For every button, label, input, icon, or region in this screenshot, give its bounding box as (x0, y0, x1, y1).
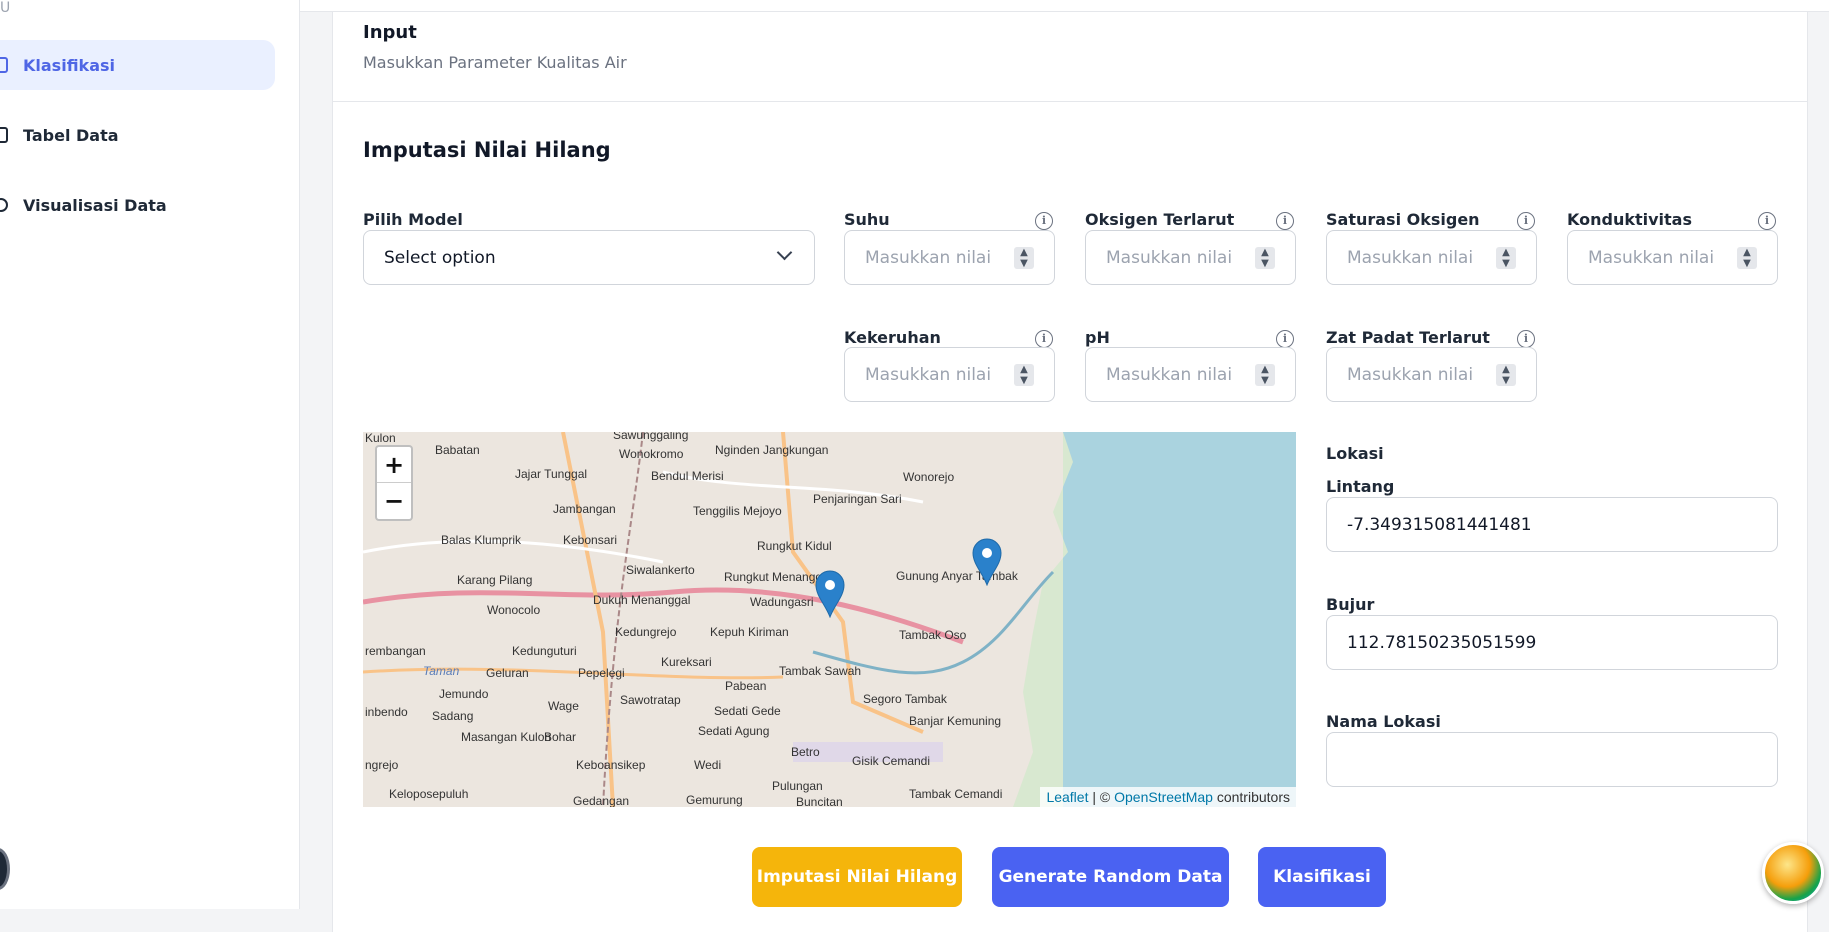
sidebar-item-tabel-data[interactable]: Tabel Data (0, 110, 275, 160)
sidebar-item-label: Visualisasi Data (23, 195, 167, 215)
sidebar-item-visualisasi-data[interactable]: Visualisasi Data (0, 180, 275, 230)
sidebar-item-label: Klasifikasi (23, 55, 115, 75)
sidebar-item-label: Tabel Data (23, 125, 119, 145)
table-icon (0, 127, 8, 143)
chat-widget-button[interactable] (1762, 842, 1824, 904)
grid-icon (0, 57, 8, 73)
sidebar: U Klasifikasi Tabel Data Visualisasi Dat… (0, 0, 300, 909)
chart-pie-icon (0, 198, 8, 212)
sidebar-item-klasifikasi[interactable]: Klasifikasi (0, 40, 275, 90)
classify-button[interactable]: Klasifikasi (1258, 847, 1386, 907)
sidebar-top-stub: U (0, 0, 11, 16)
impute-button[interactable]: Imputasi Nilai Hilang (752, 847, 962, 907)
user-avatar[interactable] (0, 848, 10, 890)
generate-random-button[interactable]: Generate Random Data (992, 847, 1229, 907)
actions-layer: Imputasi Nilai Hilang Generate Random Da… (332, 0, 1808, 909)
